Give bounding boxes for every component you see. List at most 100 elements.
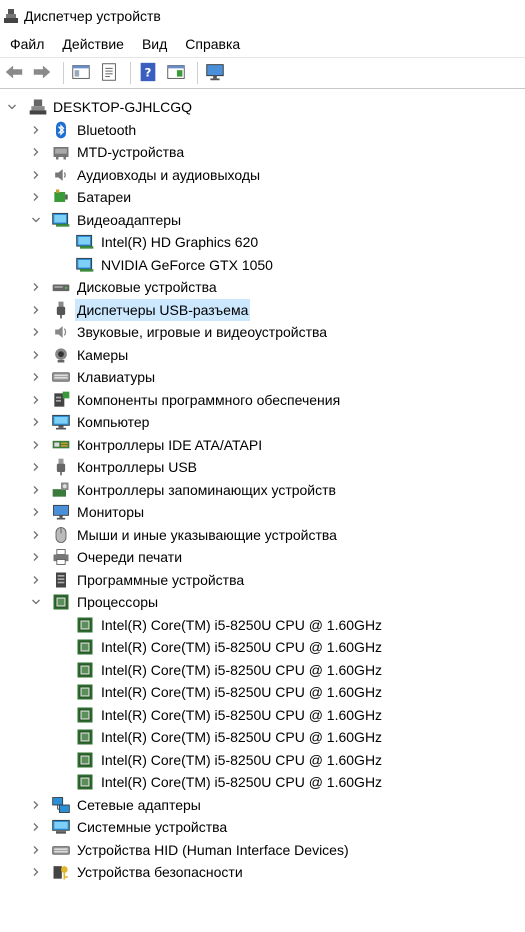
tree-device[interactable]: Intel(R) Core(TM) i5-8250U CPU @ 1.60GHz [0,681,525,703]
chevron-right-icon[interactable] [31,282,41,292]
chevron-right-icon[interactable] [31,372,41,382]
chevron-right-icon[interactable] [31,350,41,360]
tree-category[interactable]: Батареи [0,186,525,208]
tree-item-label: Диспетчеры USB-разъема [75,298,251,321]
chevron-down-icon[interactable] [31,597,41,607]
chevron-right-icon[interactable] [31,440,41,450]
help-button[interactable]: ? [136,61,160,85]
tree-category[interactable]: Аудиовходы и аудиовыходы [0,164,525,186]
chevron-right-icon[interactable] [31,170,41,180]
forward-arrow-icon [31,61,53,86]
tree-device[interactable]: Intel(R) Core(TM) i5-8250U CPU @ 1.60GHz [0,614,525,636]
tree-category[interactable]: Сетевые адаптеры [0,794,525,816]
tree-item-label: Контроллеры IDE ATA/ATAPI [77,436,263,453]
processor-icon [75,660,95,680]
monitor-icon [204,61,226,86]
chevron-right-icon[interactable] [31,530,41,540]
action-pane-button[interactable] [164,61,188,85]
forward-button[interactable] [30,61,54,85]
chevron-down-icon[interactable] [31,215,41,225]
tree-item-label: Батареи [77,189,132,205]
tree-category[interactable]: Дисковые устройства [0,276,525,298]
tree-device[interactable]: NVIDIA GeForce GTX 1050 [0,254,525,276]
action-pane-icon [165,61,187,86]
display-adapter-icon [51,210,71,230]
processor-icon [75,772,95,792]
tree-category[interactable]: Звуковые, игровые и видеоустройства [0,321,525,343]
console-tree-icon [70,61,92,86]
tree-category[interactable]: Bluetooth [0,119,525,141]
tree-category[interactable]: Устройства безопасности [0,861,525,883]
tree-category[interactable]: Контроллеры USB [0,456,525,478]
tree-category[interactable]: Компоненты программного обеспечения [0,389,525,411]
tree-item-label: DESKTOP-GJHLCGQ [53,99,192,115]
tree-category[interactable]: Программные устройства [0,569,525,591]
tree-category[interactable]: Процессоры [0,591,525,613]
usb-connector-icon [51,300,71,320]
chevron-right-icon[interactable] [31,395,41,405]
chevron-right-icon[interactable] [31,125,41,135]
tree-item-label: Мониторы [77,504,145,520]
tree-category[interactable]: Устройства HID (Human Interface Devices) [0,839,525,861]
menu-action[interactable]: Действие [52,33,132,55]
chevron-right-icon[interactable] [31,552,41,562]
tree-item-label: Звуковые, игровые и видеоустройства [77,324,328,340]
chevron-right-icon[interactable] [31,485,41,495]
monitor-button[interactable] [203,61,227,85]
computer-monitor-icon [51,412,71,432]
back-button[interactable] [2,61,26,85]
tree-item-label: Intel(R) Core(TM) i5-8250U CPU @ 1.60GHz [101,616,383,633]
tree-root-computer[interactable]: DESKTOP-GJHLCGQ [0,96,525,118]
tree-category[interactable]: Видеоадаптеры [0,209,525,231]
tree-category[interactable]: Мыши и иные указывающие устройства [0,524,525,546]
tree-category[interactable]: Очереди печати [0,546,525,568]
tree-device[interactable]: Intel(R) Core(TM) i5-8250U CPU @ 1.60GHz [0,636,525,658]
menu-file[interactable]: Файл [0,33,52,55]
menu-bar: Файл Действие Вид Справка [0,33,525,55]
tree-device[interactable]: Intel(R) Core(TM) i5-8250U CPU @ 1.60GHz [0,704,525,726]
tree-device[interactable]: Intel(R) Core(TM) i5-8250U CPU @ 1.60GHz [0,771,525,793]
properties-button[interactable] [97,61,121,85]
tree-category[interactable]: Системные устройства [0,816,525,838]
tree-category[interactable]: Компьютер [0,411,525,433]
network-adapter-icon [51,795,71,815]
chevron-right-icon[interactable] [31,507,41,517]
menu-help[interactable]: Справка [175,33,248,55]
chevron-right-icon[interactable] [31,462,41,472]
chevron-right-icon[interactable] [31,417,41,427]
tree-item-label: Устройства HID (Human Interface Devices) [77,841,349,858]
tree-item-label: Контроллеры запоминающих устройств [77,481,336,498]
tree-item-label: Системные устройства [77,819,228,835]
tree-category[interactable]: Контроллеры запоминающих устройств [0,479,525,501]
chevron-right-icon[interactable] [31,147,41,157]
tree-device[interactable]: Intel(R) HD Graphics 620 [0,231,525,253]
tree-category[interactable]: Диспетчеры USB-разъема [0,298,525,321]
chevron-right-icon[interactable] [31,800,41,810]
chevron-down-icon[interactable] [7,102,17,112]
toolbar-separator [63,62,64,84]
menu-view[interactable]: Вид [132,33,175,55]
tree-item-label: Intel(R) Core(TM) i5-8250U CPU @ 1.60GHz [101,684,383,700]
tree-device[interactable]: Intel(R) Core(TM) i5-8250U CPU @ 1.60GHz [0,726,525,748]
processor-icon [75,750,95,770]
bluetooth-icon [51,120,71,140]
software-component-icon [51,390,71,410]
tree-category[interactable]: Мониторы [0,501,525,523]
tree-category[interactable]: MTD-устройства [0,141,525,163]
chevron-right-icon[interactable] [31,192,41,202]
chevron-right-icon[interactable] [31,305,41,315]
chevron-right-icon[interactable] [31,327,41,337]
chevron-right-icon[interactable] [31,867,41,877]
chevron-right-icon[interactable] [31,575,41,585]
show-hide-console-tree-button[interactable] [69,61,93,85]
back-arrow-icon [3,61,25,86]
tree-device[interactable]: Intel(R) Core(TM) i5-8250U CPU @ 1.60GHz [0,659,525,681]
tree-item-label: Intel(R) Core(TM) i5-8250U CPU @ 1.60GHz [101,661,383,678]
tree-category[interactable]: Клавиатуры [0,366,525,388]
chevron-right-icon[interactable] [31,845,41,855]
chevron-right-icon[interactable] [31,822,41,832]
tree-category[interactable]: Контроллеры IDE ATA/ATAPI [0,434,525,456]
tree-device[interactable]: Intel(R) Core(TM) i5-8250U CPU @ 1.60GHz [0,749,525,771]
tree-category[interactable]: Камеры [0,344,525,366]
tree-item-label: Компьютер [77,414,150,430]
